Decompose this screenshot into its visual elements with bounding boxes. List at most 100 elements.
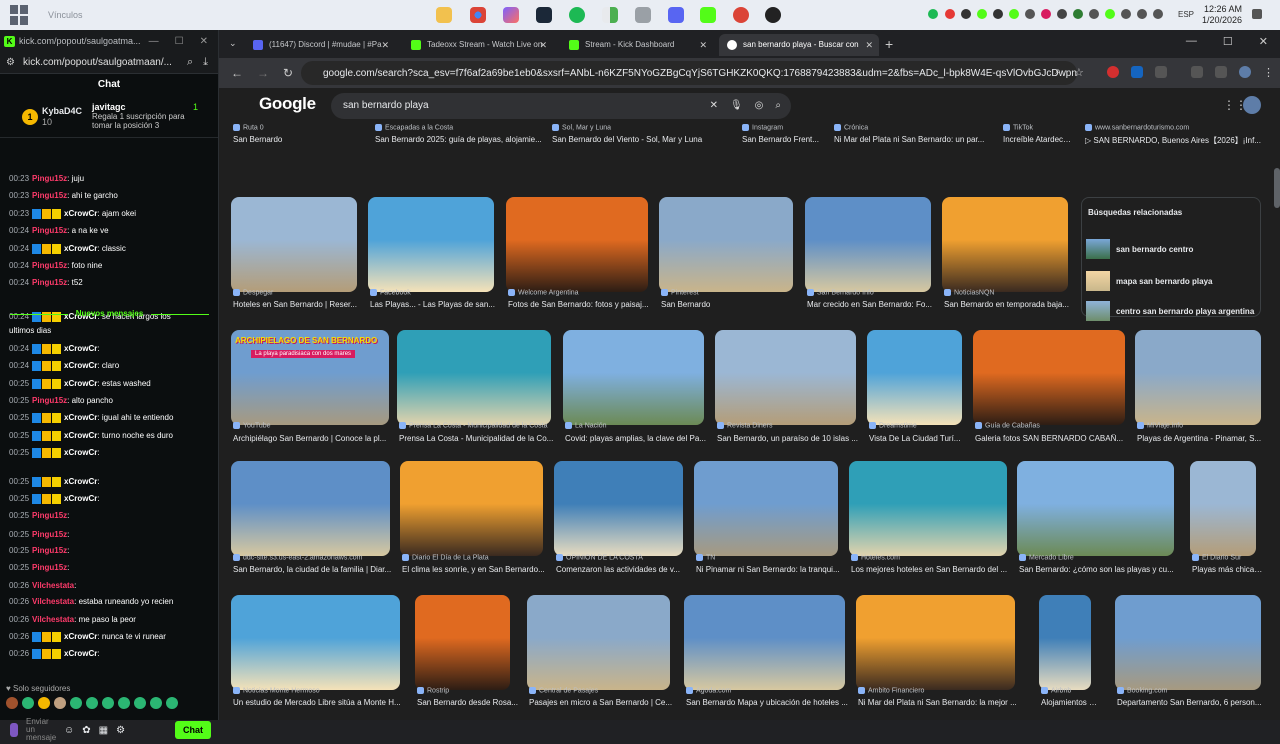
result-source[interactable]: Despegar: [233, 289, 359, 296]
result-caption[interactable]: San Bernardo desde Rosa...: [417, 698, 518, 707]
result-thumbnail[interactable]: [1115, 595, 1261, 690]
chat-username[interactable]: Pingu15z: [32, 261, 67, 270]
chrome-icon[interactable]: [470, 7, 486, 23]
emote-icon[interactable]: [6, 697, 18, 709]
download-icon[interactable]: ⤓: [203, 56, 208, 69]
result-thumbnail[interactable]: [400, 461, 543, 556]
result-source[interactable]: Ambito Financiero: [858, 687, 1017, 694]
result-caption[interactable]: San Bernardo Mapa y ubicación de hoteles…: [686, 698, 853, 707]
result-source[interactable]: MiViaje.info: [1137, 422, 1263, 429]
reload-icon[interactable]: ↻: [283, 66, 293, 80]
top-gifter[interactable]: KybaD4C 10: [42, 106, 82, 128]
result-thumbnail[interactable]: [849, 461, 1007, 556]
result-caption[interactable]: Comenzaron las actividades de v...: [556, 565, 691, 574]
file-explorer-icon[interactable]: [436, 7, 452, 23]
emoji-icon[interactable]: ☺: [64, 725, 74, 736]
chat-username[interactable]: Pingu15z: [32, 563, 67, 572]
emote-picker-icon[interactable]: ✿: [82, 725, 90, 736]
related-item[interactable]: mapa san bernardo playa: [1086, 268, 1258, 294]
result-source[interactable]: Welcome Argentina: [508, 289, 650, 296]
extension-icon[interactable]: [1131, 66, 1143, 78]
chat-username[interactable]: Pingu15z: [32, 174, 67, 183]
result-caption[interactable]: Ni Pinamar ni San Bernardo: la tranqui..…: [696, 565, 846, 574]
forward-icon[interactable]: →: [257, 66, 269, 80]
notifications-icon[interactable]: [1252, 9, 1262, 19]
result-caption[interactable]: El clima les sonríe, y en San Bernardo..…: [402, 565, 551, 574]
send-chat-button[interactable]: Chat: [175, 721, 211, 739]
chat-username[interactable]: Pingu15z: [32, 396, 67, 405]
chat-username[interactable]: xCrowCr: [64, 244, 97, 253]
chat-username[interactable]: Vilchestata: [32, 615, 74, 624]
tray-spotify-icon[interactable]: [928, 9, 938, 19]
extension-icon[interactable]: [1107, 66, 1119, 78]
result-thumbnail[interactable]: [694, 461, 838, 556]
result-caption[interactable]: Vista De La Ciudad Turí...: [869, 434, 970, 443]
result-source[interactable]: NoticiasNQN: [944, 289, 1070, 296]
result-source[interactable]: Crónica: [834, 124, 986, 131]
chat-username[interactable]: Pingu15z: [32, 226, 67, 235]
tray-app-icon[interactable]: [1073, 9, 1083, 19]
result-thumbnail[interactable]: [867, 330, 962, 425]
emote-icon[interactable]: [134, 697, 146, 709]
tab-google-search[interactable]: san bernardo playa - Buscar con ✕: [719, 34, 879, 56]
result-source[interactable]: Revista Diners: [717, 422, 858, 429]
result-caption[interactable]: Galeria fotos SAN BERNARDO CABAÑ...: [975, 434, 1133, 443]
tray-nvidia-icon[interactable]: [1009, 9, 1019, 19]
result-caption[interactable]: Hoteles en San Bernardo | Reser...: [233, 300, 365, 309]
related-item[interactable]: centro san bernardo playa argentina: [1086, 298, 1258, 324]
new-tab-button[interactable]: +: [885, 36, 893, 52]
result-thumbnail[interactable]: [231, 197, 357, 292]
result-caption[interactable]: San Bernardo, un paraíso de 10 islas ...: [717, 434, 864, 443]
chat-username[interactable]: xCrowCr: [64, 494, 97, 503]
chat-username[interactable]: Pingu15z: [32, 530, 67, 539]
result-thumbnail[interactable]: [856, 595, 1015, 690]
extensions-puzzle-icon[interactable]: [1155, 66, 1167, 78]
url-omnibox[interactable]: google.com/search?sca_esv=f7f6af2a69be1e…: [301, 61, 1077, 85]
google-search-box[interactable]: san bernardo playa ✕ 🎙 ◎ ⌕: [331, 93, 791, 119]
result-source[interactable]: OPINIÓN DE LA COSTA: [556, 554, 685, 561]
user-badge-icon[interactable]: [10, 723, 18, 737]
site-settings-icon[interactable]: ⚙: [6, 57, 15, 68]
result-caption[interactable]: San Bernardo: ¿cómo son las playas y cu.…: [1019, 565, 1182, 574]
result-source[interactable]: Hoteles.com: [851, 554, 1009, 561]
chat-username[interactable]: xCrowCr: [64, 209, 97, 218]
chat-username[interactable]: Pingu15z: [32, 191, 67, 200]
result-thumbnail[interactable]: [527, 595, 670, 690]
chat-username[interactable]: xCrowCr: [64, 649, 97, 658]
chat-username[interactable]: xCrowCr: [64, 448, 97, 457]
result-thumbnail[interactable]: [397, 330, 551, 425]
result-caption[interactable]: Covid: playas amplias, la clave del Pa..…: [565, 434, 712, 443]
result-source[interactable]: TikTok: [1003, 124, 1069, 131]
result-caption[interactable]: Pasajes en micro a San Bernardo | Ce...: [529, 698, 678, 707]
result-caption[interactable]: San Bernardo en temporada baja...: [944, 300, 1076, 309]
result-caption[interactable]: Mar crecido en San Bernardo: Fo...: [807, 300, 939, 309]
result-caption[interactable]: Ni Mar del Plata ni San Bernardo: la mej…: [858, 698, 1023, 707]
minimize-icon[interactable]: —: [1186, 35, 1197, 48]
result-caption[interactable]: Departamento San Bernardo, 6 person...: [1117, 698, 1269, 707]
chat-username[interactable]: xCrowCr: [64, 431, 97, 440]
result-source[interactable]: Pinterest: [661, 289, 795, 296]
result-thumbnail[interactable]: [973, 330, 1125, 425]
tab-close-icon[interactable]: ✕: [539, 34, 547, 56]
tray-app-icon[interactable]: [1041, 9, 1051, 19]
result-source[interactable]: La Nación: [565, 422, 706, 429]
language-indicator[interactable]: ESP: [1178, 10, 1194, 19]
result-source[interactable]: San Bernardo Info: [807, 289, 933, 296]
chat-input[interactable]: Enviar un mensaje: [26, 718, 56, 742]
voice-search-icon[interactable]: 🎙: [730, 93, 743, 119]
result-source[interactable]: Mercado Libre: [1019, 554, 1176, 561]
app-icon[interactable]: [635, 7, 651, 23]
bookmark-star-icon[interactable]: ☆: [1074, 66, 1086, 79]
result-thumbnail[interactable]: [715, 330, 856, 425]
result-thumbnail[interactable]: [942, 197, 1068, 292]
result-caption[interactable]: Archipiélago San Bernardo | Conoce la pl…: [233, 434, 397, 443]
chat-username[interactable]: Pingu15z: [32, 546, 67, 555]
minimize-icon[interactable]: —: [149, 36, 159, 47]
emote-icon[interactable]: [38, 697, 50, 709]
emote-icon[interactable]: [54, 697, 66, 709]
chat-username[interactable]: xCrowCr: [64, 413, 97, 422]
settings-icon[interactable]: ⚙: [116, 725, 125, 736]
discord-icon[interactable]: [668, 7, 684, 23]
clear-icon[interactable]: ✕: [710, 93, 718, 119]
result-source[interactable]: Facebook: [370, 289, 496, 296]
